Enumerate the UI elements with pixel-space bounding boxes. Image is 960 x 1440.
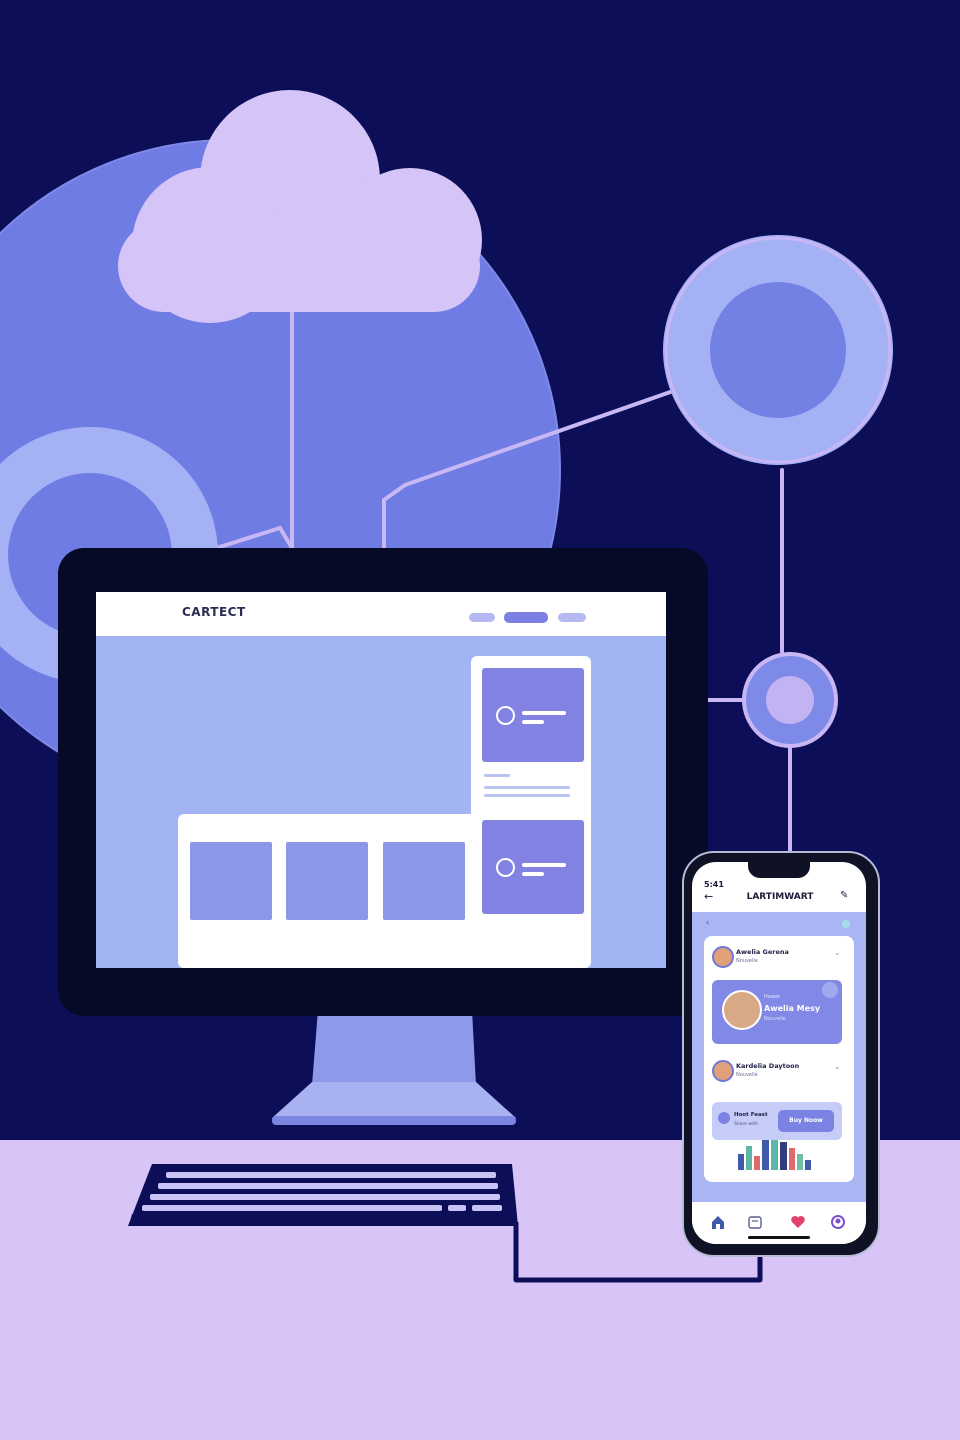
nav-item-2[interactable] — [504, 612, 548, 623]
profile-icon[interactable] — [830, 1214, 846, 1230]
gallery-tile[interactable] — [286, 842, 368, 920]
node-small — [742, 652, 838, 748]
buy-button[interactable]: Buy Noow — [778, 1110, 834, 1132]
promo-icon — [718, 1112, 730, 1124]
home-indicator — [748, 1236, 810, 1239]
keyboard — [128, 1164, 518, 1226]
status-time: 5:41 — [704, 880, 724, 889]
featured-name: Awelia Mesy — [764, 1004, 821, 1013]
phone-screen: 5:41 ← LARTIMWART ✎ ‹ Awelia Gerena Nouv… — [692, 862, 866, 1244]
calendar-icon[interactable] — [748, 1215, 762, 1229]
contact-sub: Nouvelle — [736, 1072, 758, 1078]
featured-label: Hawat — [764, 994, 780, 1000]
nav-item-1[interactable] — [469, 613, 495, 622]
node-right — [663, 235, 893, 465]
contact-list: Awelia Gerena Nouvelle ⌄ Kardelia Daytoo… — [704, 936, 854, 1182]
website-navbar: CARTECT — [96, 592, 666, 636]
featured-sub: Nouvelle — [764, 1016, 786, 1022]
chevron-down-icon[interactable]: ⌄ — [834, 948, 841, 957]
promo-sub: Share with — [734, 1122, 758, 1127]
website-screen: CARTECT — [96, 592, 666, 968]
chevron-down-icon[interactable]: ⌄ — [834, 1062, 841, 1071]
gallery-tile[interactable] — [190, 842, 272, 920]
contact-sub: Nouvelle — [736, 958, 758, 964]
more-icon[interactable] — [822, 982, 838, 998]
back-arrow-icon[interactable]: ← — [704, 890, 713, 903]
status-dot-icon — [842, 920, 850, 928]
app-title: LARTIMWART — [746, 892, 814, 902]
website-logo[interactable]: CARTECT — [182, 605, 246, 619]
contact-name[interactable]: Awelia Gerena — [736, 948, 789, 956]
profile-card[interactable] — [482, 820, 584, 914]
featured-card[interactable]: Hawat Awelia Mesy Nouvelle — [712, 980, 842, 1044]
avatar — [712, 1060, 734, 1082]
chevron-left-icon[interactable]: ‹ — [706, 918, 709, 927]
nav-item-3[interactable] — [558, 613, 586, 622]
gallery-tile[interactable] — [383, 842, 465, 920]
illustration-scene: CARTECT 5:41 ← LARTIMWART ✎ ‹ Awelia Ger… — [0, 0, 960, 1440]
avatar — [712, 946, 734, 968]
heart-icon[interactable] — [790, 1215, 806, 1229]
edit-icon[interactable]: ✎ — [840, 890, 848, 901]
promo-card: Hoot Feast Share with Buy Noow — [712, 1102, 842, 1140]
home-icon[interactable] — [710, 1214, 726, 1230]
avatar-ring-icon — [496, 706, 515, 725]
phone-notch — [748, 862, 810, 878]
contact-name[interactable]: Kardelia Daytoon — [736, 1062, 799, 1070]
profile-card[interactable] — [482, 668, 584, 762]
promo-title: Hoot Feast — [734, 1112, 768, 1118]
avatar-ring-icon — [496, 858, 515, 877]
avatar — [722, 990, 762, 1030]
